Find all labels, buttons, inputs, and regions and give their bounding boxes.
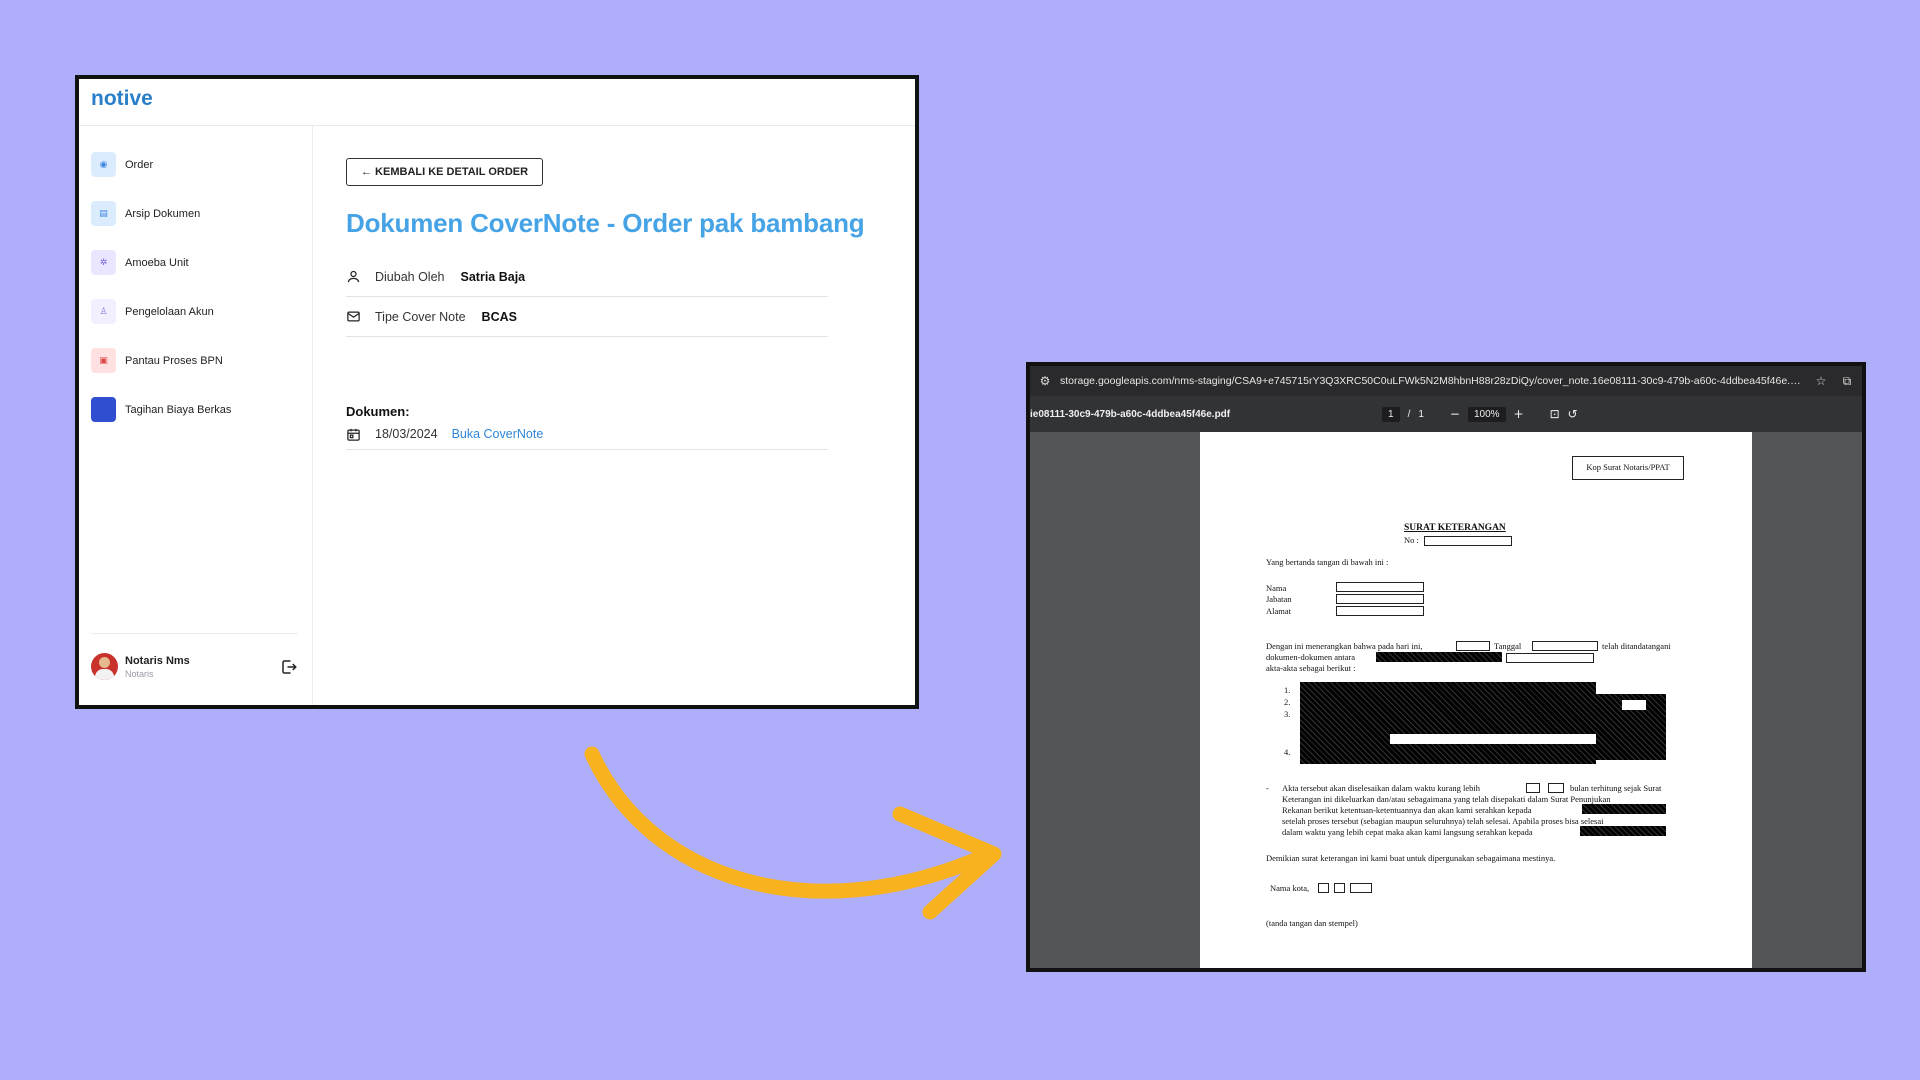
pdf-canvas[interactable]: Kop Surat Notaris/PPAT SURAT KETERANGAN … bbox=[1030, 432, 1862, 968]
redacted-inline bbox=[1582, 804, 1666, 814]
doc-list-number: 3. bbox=[1284, 709, 1291, 719]
doc-list-number: 1. bbox=[1284, 685, 1291, 695]
archive-icon: ▤ bbox=[91, 201, 116, 226]
pdf-file-name: ie08111-30c9-479b-a60c-4ddbea45f46e.pdf bbox=[1030, 408, 1231, 420]
app-header: notive bbox=[79, 79, 915, 126]
page-total: 1 bbox=[1418, 408, 1424, 420]
cover-type-value: BCAS bbox=[481, 309, 517, 324]
document-date: 18/03/2024 bbox=[375, 427, 438, 441]
user-icon: ♙ bbox=[91, 299, 116, 324]
fit-page-icon[interactable]: ⊡ bbox=[1550, 407, 1560, 421]
sidebar-item-amoeba-unit[interactable]: ✲ Amoeba Unit bbox=[79, 238, 312, 287]
user-role: Notaris bbox=[125, 668, 154, 679]
mail-icon bbox=[347, 311, 360, 322]
redacted-list bbox=[1300, 682, 1596, 764]
address-bar[interactable]: ⚙ storage.googleapis.com/nms-staging/CSA… bbox=[1030, 366, 1862, 396]
sidebar-item-label: Order bbox=[125, 158, 154, 171]
page-separator: / bbox=[1407, 408, 1411, 420]
doc-number-label: No : bbox=[1404, 535, 1419, 545]
rotate-icon[interactable]: ↺ bbox=[1568, 407, 1578, 421]
documents-label: Dokumen: bbox=[346, 404, 410, 419]
doc-paragraph-1b: Tanggal bbox=[1494, 641, 1522, 651]
sidebar-item-arsip-dokumen[interactable]: ▤ Arsip Dokumen bbox=[79, 189, 312, 238]
page-title: Dokumen CoverNote - Order pak bambang bbox=[346, 208, 865, 238]
doc-paragraph-2-line-5: dalam waktu yang lebih cepat maka akan k… bbox=[1282, 827, 1533, 837]
back-to-order-button[interactable]: ← KEMBALI KE DETAIL ORDER bbox=[346, 158, 544, 186]
cover-type-label: Tipe Cover Note bbox=[375, 309, 466, 324]
url-text[interactable]: storage.googleapis.com/nms-staging/CSA9+… bbox=[1060, 375, 1802, 387]
curved-arrow bbox=[584, 746, 1002, 920]
doc-field-label: Jabatan bbox=[1266, 594, 1292, 604]
doc-intro: Yang bertanda tangan di bawah ini : bbox=[1266, 557, 1389, 567]
site-settings-icon[interactable]: ⚙ bbox=[1038, 374, 1052, 388]
zoom-out-icon[interactable]: − bbox=[1450, 407, 1460, 421]
sidebar-item-tagihan-biaya-berkas[interactable]: Tagihan Biaya Berkas bbox=[79, 385, 312, 434]
users-icon: ✲ bbox=[91, 250, 116, 275]
doc-heading: SURAT KETERANGAN bbox=[1404, 523, 1506, 533]
document-row: 18/03/2024 Buka CoverNote bbox=[346, 419, 828, 450]
changed-by-value: Satria Baja bbox=[460, 269, 526, 284]
doc-field-label: Alamat bbox=[1266, 606, 1292, 616]
pdf-controls: 1 / 1 − 100% + ⊡ ↺ bbox=[1382, 406, 1578, 422]
main-content: ← KEMBALI KE DETAIL ORDER Dokumen CoverN… bbox=[313, 126, 915, 705]
doc-list-number: 4. bbox=[1284, 747, 1291, 757]
doc-signature: (tanda tangan dan stempel) bbox=[1266, 918, 1358, 928]
sidebar: ◉ Order ▤ Arsip Dokumen ✲ Amoeba Unit ♙ … bbox=[79, 126, 313, 705]
eye-icon: ◉ bbox=[91, 152, 116, 177]
redacted-block bbox=[1376, 652, 1502, 662]
page-number-input[interactable]: 1 bbox=[1382, 406, 1400, 422]
clipboard-icon: ▣ bbox=[91, 348, 116, 373]
logout-icon[interactable] bbox=[280, 658, 298, 676]
doc-list-number: 2. bbox=[1284, 697, 1291, 707]
doc-closing: Demikian surat keterangan ini kami buat … bbox=[1266, 853, 1556, 863]
sidebar-item-label: Amoeba Unit bbox=[125, 256, 189, 269]
avatar bbox=[91, 653, 118, 680]
doc-city: Nama kota, bbox=[1270, 883, 1310, 893]
sidebar-item-pantau-proses-bpn[interactable]: ▣ Pantau Proses BPN bbox=[79, 336, 312, 385]
letterhead-box: Kop Surat Notaris/PPAT bbox=[1572, 456, 1684, 480]
sidebar-item-order[interactable]: ◉ Order bbox=[79, 140, 312, 189]
sidebar-item-pengelolaan-akun[interactable]: ♙ Pengelolaan Akun bbox=[79, 287, 312, 336]
sidebar-item-label: Pengelolaan Akun bbox=[125, 305, 214, 318]
logo[interactable]: notive bbox=[91, 87, 153, 110]
user-profile: Notaris Nms Notaris bbox=[91, 633, 298, 687]
pdf-toolbar: ie08111-30c9-479b-a60c-4ddbea45f46e.pdf … bbox=[1030, 396, 1862, 432]
sidebar-item-label: Pantau Proses BPN bbox=[125, 354, 223, 367]
star-icon[interactable]: ☆ bbox=[1814, 374, 1828, 388]
doc-paragraph-1c: telah ditandatangani bbox=[1602, 641, 1671, 651]
sidebar-item-label: Tagihan Biaya Berkas bbox=[125, 403, 232, 416]
bill-icon bbox=[91, 397, 116, 422]
user-name: Notaris Nms bbox=[125, 654, 190, 667]
zoom-level[interactable]: 100% bbox=[1467, 406, 1506, 422]
changed-by-row: Diubah Oleh Satria Baja bbox=[346, 257, 828, 297]
user-icon bbox=[347, 270, 360, 283]
calendar-icon bbox=[347, 428, 360, 441]
extension-icon[interactable]: ⧉ bbox=[1840, 374, 1854, 388]
doc-bullet: - bbox=[1266, 783, 1269, 793]
cover-type-row: Tipe Cover Note BCAS bbox=[346, 297, 828, 337]
open-covernote-link[interactable]: Buka CoverNote bbox=[452, 427, 544, 441]
zoom-in-icon[interactable]: + bbox=[1514, 407, 1524, 421]
doc-paragraph-1e: akta-akta sebagai berikut : bbox=[1266, 663, 1356, 673]
app-window: notive ◉ Order ▤ Arsip Dokumen ✲ Amoeba … bbox=[75, 75, 919, 709]
sidebar-item-label: Arsip Dokumen bbox=[125, 207, 201, 220]
changed-by-label: Diubah Oleh bbox=[375, 269, 445, 284]
pdf-viewer-window: ⚙ storage.googleapis.com/nms-staging/CSA… bbox=[1026, 362, 1866, 972]
redacted-inline bbox=[1580, 826, 1666, 836]
pdf-page: Kop Surat Notaris/PPAT SURAT KETERANGAN … bbox=[1200, 432, 1752, 968]
